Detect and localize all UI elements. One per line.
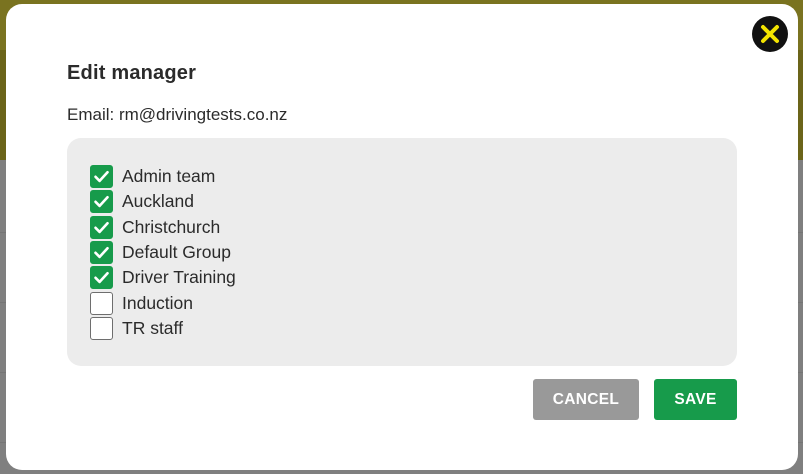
group-checkbox[interactable] [90, 316, 113, 340]
checkmark-icon [94, 196, 109, 208]
group-label: Auckland [122, 191, 194, 212]
group-option[interactable]: TR staff [90, 316, 737, 341]
group-option[interactable]: Induction [90, 290, 737, 315]
cancel-button[interactable]: CANCEL [533, 379, 639, 420]
group-option[interactable]: Driver Training [90, 265, 737, 290]
checkmark-icon [94, 171, 109, 183]
group-checkbox[interactable] [90, 215, 113, 239]
group-label: Admin team [122, 166, 216, 187]
close-button[interactable] [752, 16, 788, 52]
checkmark-icon [94, 272, 109, 284]
group-checkbox[interactable] [90, 165, 113, 189]
group-label: Induction [122, 292, 194, 313]
group-option[interactable]: Admin team [90, 164, 737, 189]
group-label: Christchurch [122, 216, 221, 237]
group-label: Default Group [122, 242, 231, 263]
group-option[interactable]: Christchurch [90, 215, 737, 240]
dialog-title: Edit manager [67, 62, 197, 84]
group-checkbox[interactable] [90, 190, 113, 214]
edit-manager-dialog: Edit manager Email: rm@drivingtests.co.n… [6, 4, 798, 470]
group-checkbox[interactable] [90, 266, 113, 290]
group-checkbox[interactable] [90, 291, 113, 315]
group-label: TR staff [122, 317, 183, 338]
manager-email: Email: rm@drivingtests.co.nz [67, 105, 288, 124]
save-button[interactable]: SAVE [654, 379, 737, 420]
checkmark-icon [94, 246, 109, 259]
group-option[interactable]: Default Group [90, 240, 737, 265]
close-icon [761, 25, 779, 43]
checkmark-icon [94, 221, 109, 233]
group-checkbox[interactable] [90, 241, 113, 265]
group-label: Driver Training [122, 267, 236, 288]
group-option[interactable]: Auckland [90, 189, 737, 214]
group-checklist: Admin team Auckland Christchurch Default Gr… [67, 138, 737, 366]
